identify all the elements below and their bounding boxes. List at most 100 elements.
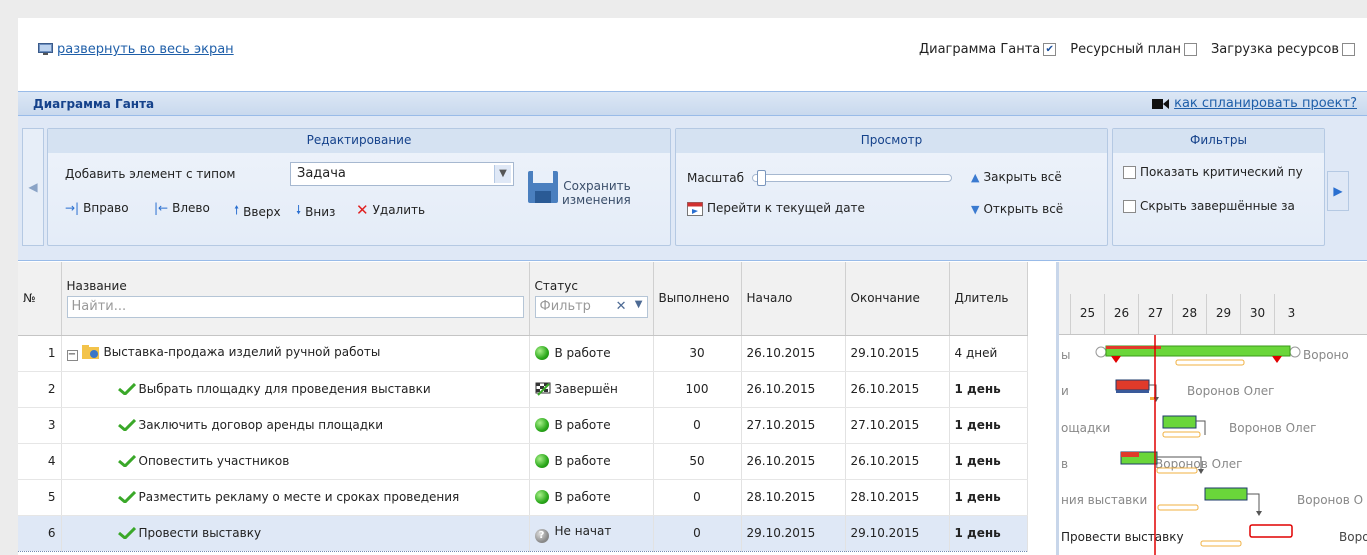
clear-icon[interactable]: ✕ (616, 299, 627, 314)
panel-title: Диаграмма Ганта (33, 97, 155, 111)
table-row[interactable]: 4 Оповестить участников В работе 50 26.1… (18, 443, 1028, 480)
col-end-label: Окончание (850, 291, 920, 306)
row-end: 29.10.2015 (845, 514, 950, 552)
row-num: 3 (18, 407, 62, 444)
task-baseline (1200, 540, 1242, 547)
col-done-header[interactable]: Выполнено (653, 262, 742, 336)
row-end: 29.10.2015 (845, 335, 950, 372)
task-baseline (1150, 397, 1154, 400)
ribbon-toolbar: ◀ Редактирование Добавить элемент с типо… (18, 116, 1367, 261)
gantt-bars[interactable] (1059, 335, 1367, 555)
ribbon-scroll-left[interactable]: ◀ (22, 128, 44, 246)
fullscreen-label[interactable]: развернуть во весь экран (57, 42, 234, 57)
folder-icon (81, 345, 99, 359)
col-name-header[interactable]: Название Найти... (61, 262, 530, 336)
monitor-icon (38, 43, 53, 55)
row-name-cell[interactable]: − Выставка-продажа изделий ручной работы (61, 335, 530, 372)
task-baseline (1157, 504, 1199, 511)
scale-slider-thumb[interactable] (757, 170, 766, 186)
row-duration: 1 день (949, 407, 1028, 444)
row-name: Разместить рекламу о месте и сроках пров… (138, 490, 460, 504)
col-done-label: Выполнено (658, 291, 730, 306)
row-name-cell[interactable]: Разместить рекламу о месте и сроках пров… (61, 479, 530, 516)
row-name-cell[interactable]: Оповестить участников (61, 443, 530, 480)
col-start-label: Начало (746, 291, 793, 306)
toggle-resource-load[interactable]: Загрузка ресурсов (1211, 42, 1355, 57)
col-name-label: Название (66, 278, 127, 293)
filter-hide-done[interactable]: Скрыть завершённые за (1123, 199, 1295, 213)
chevron-down-icon[interactable]: ▼ (494, 165, 511, 183)
col-duration-header[interactable]: Длитель (949, 262, 1028, 336)
save-label-1: Сохранить (563, 179, 631, 193)
delete-button[interactable]: ✕ Удалить (356, 201, 425, 219)
table-row[interactable]: 1 − Выставка-продажа изделий ручной работ… (18, 335, 1028, 372)
move-down-button[interactable]: 🠗 Вниз (296, 201, 335, 222)
move-down-label: Вниз (305, 204, 336, 219)
col-num-label: № (23, 291, 36, 306)
search-input[interactable]: Найти... (66, 295, 524, 318)
table-row[interactable]: 3 Заключить договор аренды площадки В ра… (18, 407, 1028, 444)
row-start: 27.10.2015 (741, 407, 846, 444)
col-status-header[interactable]: Статус Фильтр ✕ ▼ (529, 262, 654, 336)
row-status-cell: В работе (529, 479, 654, 516)
summary-end-marker (1272, 356, 1282, 363)
collapse-all-button[interactable]: ▲ Закрыть всё (971, 170, 1062, 184)
toggle-gantt[interactable]: Диаграмма Ганта ✔ (919, 42, 1057, 57)
indent-right-button[interactable]: →| Вправо (65, 201, 129, 215)
gantt-chart[interactable]: 25 26 27 28 29 30 3 ы и ощадки в ния выс… (1056, 262, 1367, 555)
row-end: 26.10.2015 (845, 371, 950, 408)
table-row-selected[interactable]: 6 Провести выставку ? Не начат 0 29.10.20… (18, 514, 1028, 552)
toggle-resource-plan-checkbox[interactable] (1183, 43, 1197, 56)
in-progress-icon (534, 418, 549, 432)
goto-today-button[interactable]: Перейти к текущей дате (687, 200, 865, 216)
filter-hide-done-checkbox[interactable] (1123, 199, 1136, 213)
row-duration: 1 день (949, 371, 1028, 408)
indent-left-button[interactable]: |← Влево (154, 201, 210, 215)
col-start-header[interactable]: Начало (741, 262, 846, 336)
add-type-label: Добавить элемент с типом (65, 167, 236, 181)
table-row[interactable]: 5 Разместить рекламу о месте и сроках пр… (18, 479, 1028, 516)
row-duration: 1 день (949, 514, 1028, 552)
row-name-cell[interactable]: Выбрать площадку для проведения выставки (61, 371, 530, 408)
task-bar-bottom (1116, 390, 1149, 393)
table-row[interactable]: 2 Выбрать площадку для проведения выстав… (18, 371, 1028, 408)
row-status-cell: ? Не начат (529, 514, 654, 552)
row-name-cell[interactable]: Провести выставку (61, 514, 530, 552)
filter-critical-path[interactable]: Показать критический пу (1123, 165, 1303, 179)
in-progress-icon (534, 346, 549, 360)
col-num-header[interactable]: № (18, 262, 62, 336)
task-progress (1121, 452, 1139, 457)
howto-link[interactable]: как спланировать проект? (1152, 96, 1357, 111)
col-status-label: Статус (534, 278, 578, 293)
toggle-resource-load-checkbox[interactable] (1342, 43, 1355, 56)
status-filter-input[interactable]: Фильтр ✕ ▼ (534, 295, 648, 318)
row-duration: 1 день (949, 443, 1028, 480)
element-type-select[interactable]: Задача ▼ (290, 162, 514, 186)
toggle-resource-plan[interactable]: Ресурсный план (1070, 42, 1197, 57)
row-num: 2 (18, 371, 62, 408)
row-end: 28.10.2015 (845, 479, 950, 516)
move-up-button[interactable]: 🠕 Вверх (234, 201, 281, 222)
ribbon-scroll-right[interactable]: ▶ (1327, 171, 1349, 211)
toggle-resource-load-label: Загрузка ресурсов (1210, 42, 1339, 57)
collapse-icon[interactable]: − (66, 350, 78, 361)
in-progress-icon (534, 454, 549, 468)
indent-right-label: Вправо (83, 201, 129, 215)
chevron-down-icon[interactable]: ▼ (635, 299, 643, 310)
task-bar (1204, 487, 1248, 501)
group-filters-title: Фильтры (1113, 129, 1324, 153)
save-button[interactable]: Сохранить изменения (528, 171, 631, 207)
filter-critical-checkbox[interactable] (1123, 165, 1136, 179)
row-name-cell[interactable]: Заключить договор аренды площадки (61, 407, 530, 444)
col-end-header[interactable]: Окончание (845, 262, 950, 336)
in-progress-icon (534, 490, 549, 504)
row-status-cell: Завершён (529, 371, 654, 408)
dependency-arrow (1247, 493, 1260, 513)
expand-all-button[interactable]: ▼ Открыть всё (971, 202, 1063, 216)
howto-label[interactable]: как спланировать проект? (1174, 96, 1357, 111)
row-start: 26.10.2015 (741, 371, 846, 408)
scale-slider[interactable] (752, 170, 952, 186)
fullscreen-link[interactable]: развернуть во весь экран (38, 42, 234, 57)
toggle-gantt-checkbox[interactable]: ✔ (1043, 43, 1057, 56)
timeline-day: 27 (1138, 294, 1172, 334)
